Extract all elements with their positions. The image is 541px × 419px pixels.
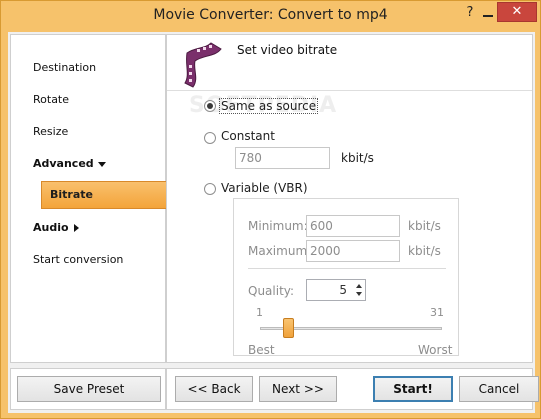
maximum-unit: kbit/s (408, 244, 441, 258)
sidebar: Destination Rotate Resize Advanced Bitra… (10, 34, 167, 363)
minimum-input[interactable]: 600 (306, 215, 400, 237)
sidebar-item-bitrate[interactable]: Bitrate (41, 181, 167, 209)
sidebar-item-advanced-label: Advanced (33, 157, 94, 170)
constant-unit: kbit/s (341, 151, 374, 165)
back-button[interactable]: << Back (175, 376, 253, 402)
minimum-unit: kbit/s (408, 219, 441, 233)
sidebar-item-audio[interactable]: Audio (33, 221, 79, 234)
focus-outline: Same as source (219, 98, 319, 114)
constant-radio[interactable] (204, 132, 216, 144)
title-bar[interactable]: Movie Converter: Convert to mp4 ? ✕ (1, 1, 540, 32)
worst-label: Worst (418, 343, 453, 357)
panel-title: Set video bitrate (237, 43, 338, 57)
sidebar-item-audio-label: Audio (33, 221, 69, 234)
client-area: Destination Rotate Resize Advanced Bitra… (8, 32, 539, 413)
same-as-source-radio[interactable] (204, 100, 216, 112)
main-panel: Set video bitrate SOFTPEDIA Same as sour… (166, 34, 533, 363)
bottom-button-bar: << Back Next >> Start! Cancel (166, 368, 539, 410)
slider-max-label: 31 (430, 306, 444, 319)
film-reel-icon (184, 42, 222, 88)
window-title: Movie Converter: Convert to mp4 (153, 7, 388, 23)
variable-radio[interactable] (204, 183, 216, 195)
minimum-label: Minimum: (248, 219, 308, 233)
sidebar-item-advanced[interactable]: Advanced (33, 157, 106, 170)
quality-value: 5 (339, 283, 347, 297)
start-button[interactable]: Start! (373, 376, 453, 402)
constant-bitrate-input[interactable]: 780 (235, 147, 330, 169)
save-preset-button[interactable]: Save Preset (17, 376, 161, 402)
divider (248, 268, 446, 269)
app-window: Movie Converter: Convert to mp4 ? ✕ Dest… (0, 0, 541, 419)
quality-slider-thumb[interactable] (283, 318, 294, 338)
panel-header: Set video bitrate (167, 35, 532, 91)
best-label: Best (248, 343, 275, 357)
cancel-button[interactable]: Cancel (459, 376, 539, 402)
bottom-left-panel: Save Preset (10, 368, 166, 410)
maximum-label: Maximum (248, 244, 308, 258)
sidebar-item-start-conversion[interactable]: Start conversion (33, 253, 123, 266)
slider-min-label: 1 (256, 306, 263, 319)
chevron-down-icon (97, 161, 106, 167)
minimize-button[interactable] (479, 3, 497, 21)
sidebar-item-resize[interactable]: Resize (33, 125, 68, 138)
spin-arrows-icon[interactable] (354, 281, 364, 299)
minimize-icon (483, 15, 493, 17)
sidebar-item-destination[interactable]: Destination (33, 61, 96, 74)
next-button[interactable]: Next >> (259, 376, 337, 402)
help-button[interactable]: ? (463, 5, 477, 23)
variable-label[interactable]: Variable (VBR) (221, 181, 308, 195)
maximum-input[interactable]: 2000 (306, 240, 400, 262)
sidebar-item-rotate[interactable]: Rotate (33, 93, 69, 106)
vbr-group: Minimum: 600 kbit/s Maximum 2000 kbit/s … (233, 198, 459, 357)
same-as-source-label[interactable]: Same as source (221, 99, 316, 113)
chevron-right-icon (73, 224, 79, 232)
constant-label[interactable]: Constant (221, 129, 275, 143)
spin-down-icon[interactable] (356, 292, 362, 296)
quality-stepper[interactable]: 5 (306, 279, 366, 301)
quality-label: Quality: (248, 284, 295, 298)
close-button[interactable]: ✕ (497, 2, 537, 22)
spin-up-icon[interactable] (356, 284, 362, 288)
